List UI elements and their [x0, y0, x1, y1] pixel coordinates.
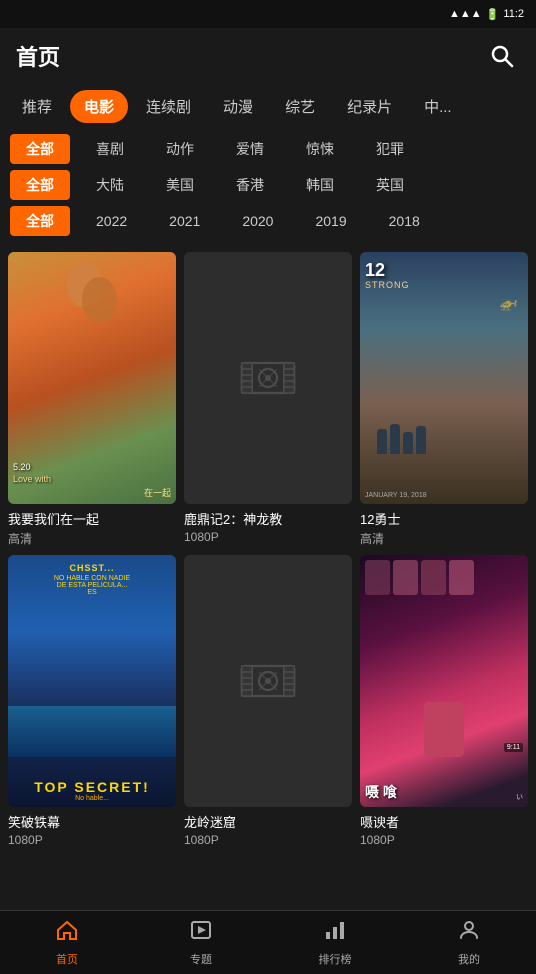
movie-title: 龙岭迷窟	[184, 812, 352, 831]
list-item[interactable]: 5.20 Love with 在一起 我要我们在一起 高清	[8, 252, 176, 547]
film-placeholder-icon	[238, 348, 298, 408]
bottom-nav-home-label: 首页	[56, 951, 78, 967]
tab-recommend[interactable]: 推荐	[8, 90, 66, 123]
genre-filter-thriller[interactable]: 惊悚	[290, 134, 350, 164]
movie-title: 嗫谀者	[360, 812, 528, 831]
movie-title: 鹿鼎记2：神龙教	[184, 509, 352, 528]
tab-movie[interactable]: 电影	[70, 90, 128, 123]
region-filter-mainland[interactable]: 大陆	[80, 170, 140, 200]
battery-icon: 🔋	[486, 8, 500, 21]
genre-filter-comedy[interactable]: 喜剧	[80, 134, 140, 164]
year-filter-2021[interactable]: 2021	[153, 208, 216, 234]
region-filter-usa[interactable]: 美国	[150, 170, 210, 200]
year-filter-2018[interactable]: 2018	[373, 208, 436, 234]
list-item[interactable]: CHSST... NO HABLE CON NADIEDE ESTA PELIC…	[8, 555, 176, 847]
bottom-nav-ranking-label: 排行榜	[319, 951, 352, 967]
movie-grid: 5.20 Love with 在一起 我要我们在一起 高清	[0, 242, 536, 857]
time-display: 11:2	[503, 8, 524, 20]
header: 首页	[0, 28, 536, 84]
genre-filter-romance[interactable]: 爱情	[220, 134, 280, 164]
list-item[interactable]: 嗫 喰 い 9:11 嗫谀者 1080P	[360, 555, 528, 847]
tab-other[interactable]: 中...	[410, 90, 466, 123]
page-title: 首页	[16, 40, 60, 72]
status-bar: ▲▲▲ 🔋 11:2	[0, 0, 536, 28]
movie-quality: 1080P	[184, 833, 352, 847]
movie-title: 12勇士	[360, 509, 528, 528]
bottom-nav: 首页 专题 排行榜 我的	[0, 910, 536, 974]
search-icon	[490, 44, 514, 68]
year-filter-all[interactable]: 全部	[10, 206, 70, 236]
genre-filter-all[interactable]: 全部	[10, 134, 70, 164]
region-filter-uk[interactable]: 英国	[360, 170, 420, 200]
play-icon	[189, 918, 213, 948]
movie-quality: 1080P	[360, 833, 528, 847]
list-item[interactable]: 鹿鼎记2：神龙教 1080P	[184, 252, 352, 547]
nav-tabs: 推荐 电影 连续剧 动漫 综艺 纪录片 中...	[0, 84, 536, 128]
region-filter-hk[interactable]: 香港	[220, 170, 280, 200]
year-filter-2022[interactable]: 2022	[80, 208, 143, 234]
list-item[interactable]: 龙岭迷窟 1080P	[184, 555, 352, 847]
bottom-nav-home[interactable]: 首页	[0, 918, 134, 967]
bottom-nav-ranking[interactable]: 排行榜	[268, 918, 402, 967]
genre-filter-crime[interactable]: 犯罪	[360, 134, 420, 164]
region-filter-row: 全部 大陆 美国 香港 韩国 英国	[10, 170, 526, 200]
tab-variety[interactable]: 综艺	[271, 90, 329, 123]
bottom-nav-profile[interactable]: 我的	[402, 918, 536, 967]
movie-quality: 高清	[360, 530, 528, 547]
list-item[interactable]: 12 STRONG JANUARY 19, 2018 🚁 12勇士 高清	[360, 252, 528, 547]
year-filter-row: 全部 2022 2021 2020 2019 2018	[10, 206, 526, 236]
bottom-nav-featured[interactable]: 专题	[134, 918, 268, 967]
genre-filter-action[interactable]: 动作	[150, 134, 210, 164]
region-filter-all[interactable]: 全部	[10, 170, 70, 200]
movie-quality: 1080P	[8, 833, 176, 847]
home-icon	[55, 918, 79, 948]
user-icon	[457, 918, 481, 948]
tab-documentary[interactable]: 纪录片	[333, 90, 406, 123]
bottom-nav-profile-label: 我的	[458, 951, 480, 967]
filter-section: 全部 喜剧 动作 爱情 惊悚 犯罪 全部 大陆 美国 香港 韩国 英国 全部 2…	[0, 128, 536, 242]
tab-series[interactable]: 连续剧	[132, 90, 205, 123]
wifi-icon: ▲▲▲	[449, 8, 482, 20]
film-placeholder-icon	[238, 651, 298, 711]
year-filter-2020[interactable]: 2020	[226, 208, 289, 234]
movie-title: 笑破铁幕	[8, 812, 176, 831]
year-filter-2019[interactable]: 2019	[299, 208, 362, 234]
chart-icon	[323, 918, 347, 948]
genre-filter-row: 全部 喜剧 动作 爱情 惊悚 犯罪	[10, 134, 526, 164]
movie-title: 我要我们在一起	[8, 509, 176, 528]
region-filter-korea[interactable]: 韩国	[290, 170, 350, 200]
bottom-nav-featured-label: 专题	[190, 951, 212, 967]
movie-quality: 高清	[8, 530, 176, 547]
tab-anime[interactable]: 动漫	[209, 90, 267, 123]
movie-quality: 1080P	[184, 530, 352, 544]
search-button[interactable]	[484, 38, 520, 74]
